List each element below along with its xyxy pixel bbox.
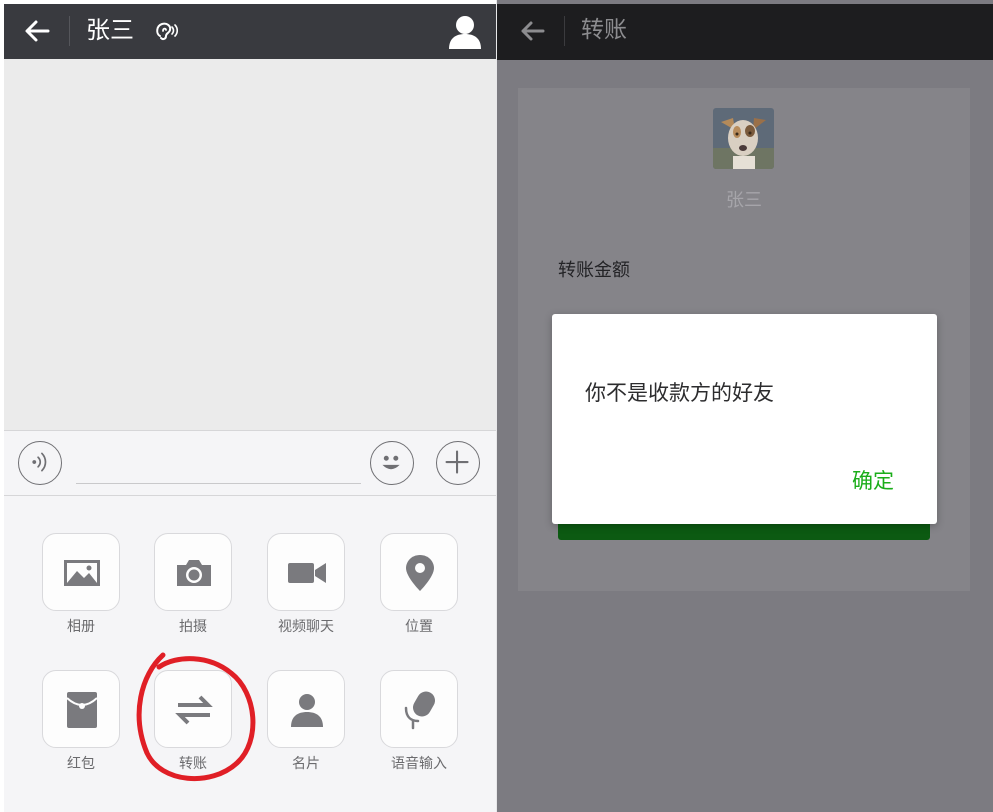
message-list	[4, 59, 497, 430]
microphone-icon	[404, 691, 435, 730]
contact-card-icon	[291, 694, 323, 727]
earpiece-mode-icon	[156, 22, 178, 41]
album-button[interactable]	[42, 533, 120, 611]
chat-title: 张三	[86, 16, 134, 44]
transfer-button[interactable]	[154, 670, 232, 748]
voice-input-button[interactable]	[380, 670, 458, 748]
video-call-button[interactable]	[267, 533, 345, 611]
voice-input-label: 语音输入	[391, 756, 447, 772]
confirm-button[interactable]: 确定	[852, 465, 894, 495]
camera-icon	[177, 560, 211, 586]
camera-label: 拍摄	[179, 619, 207, 635]
photo-album-icon	[64, 560, 100, 586]
back-arrow-icon[interactable]	[18, 11, 58, 51]
transfer-icon	[175, 695, 213, 725]
chat-header: 张三	[4, 4, 497, 59]
header-divider	[564, 16, 565, 46]
transfer-screen: 转账 张三 转账金额 你不是收款方的好友 确定	[497, 0, 993, 812]
emoji-button[interactable]	[370, 441, 414, 485]
back-arrow-icon[interactable]	[515, 13, 551, 49]
alert-dialog: 你不是收款方的好友 确定	[552, 314, 937, 524]
message-input[interactable]	[76, 483, 361, 484]
chat-screen: 张三 相册 拍摄 视频聊天 位置 红包 转账 名片 语音输入	[0, 0, 497, 812]
transfer-label: 转账	[179, 756, 207, 772]
red-packet-label: 红包	[67, 756, 95, 772]
transfer-header: 转账	[497, 4, 993, 60]
dog-avatar-icon	[713, 108, 774, 169]
voice-toggle-button[interactable]	[18, 441, 62, 485]
function-panel: 相册 拍摄 视频聊天 位置 红包 转账 名片 语音输入	[4, 496, 497, 812]
voice-wave-icon	[32, 452, 47, 472]
chat-info-icon[interactable]	[445, 13, 485, 51]
dialog-message: 你不是收款方的好友	[585, 381, 774, 405]
album-label: 相册	[67, 619, 95, 635]
video-call-icon	[288, 563, 326, 583]
more-functions-button[interactable]	[436, 441, 480, 485]
smiley-icon	[382, 455, 400, 470]
payee-name: 张三	[726, 190, 762, 211]
transfer-title: 转账	[581, 17, 627, 43]
input-toolbar	[4, 430, 497, 496]
red-packet-icon	[66, 692, 98, 728]
amount-label: 转账金额	[558, 260, 630, 281]
contact-card-button[interactable]	[267, 670, 345, 748]
payee-avatar	[713, 108, 774, 169]
location-button[interactable]	[380, 533, 458, 611]
contact-card-label: 名片	[292, 756, 320, 772]
location-pin-icon	[406, 555, 434, 591]
red-packet-button[interactable]	[42, 670, 120, 748]
video-call-label: 视频聊天	[278, 619, 334, 635]
header-divider	[69, 16, 70, 46]
location-label: 位置	[405, 619, 433, 635]
camera-button[interactable]	[154, 533, 232, 611]
plus-icon	[445, 450, 469, 474]
